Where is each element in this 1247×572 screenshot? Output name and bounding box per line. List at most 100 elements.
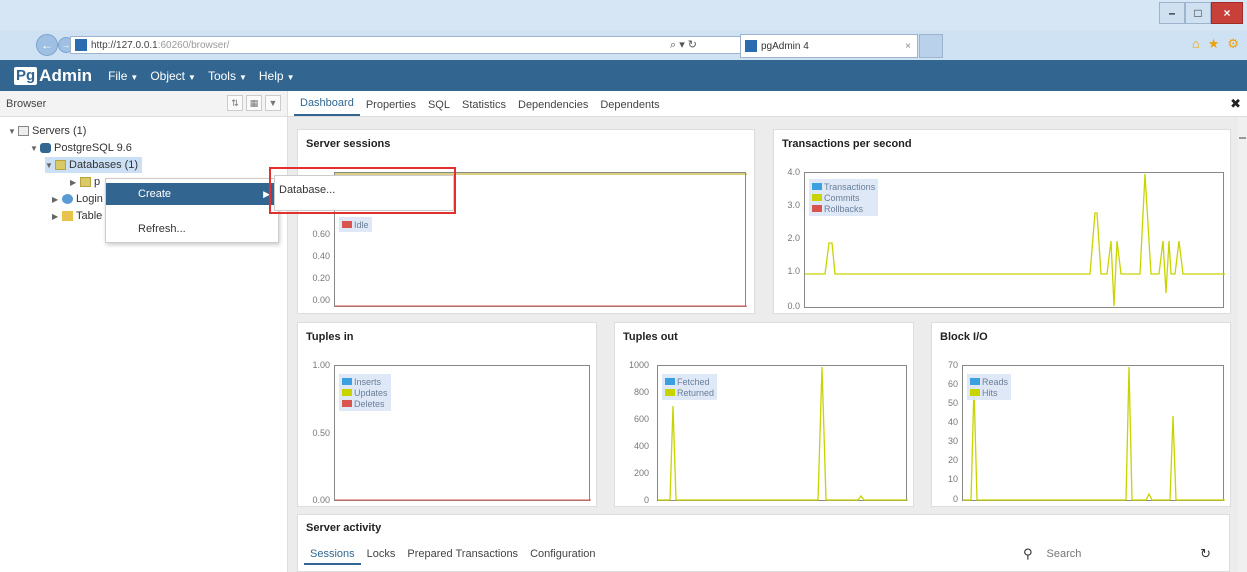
browser-panel-title: Browser [6,97,47,110]
tab-statistics[interactable]: Statistics [456,99,512,116]
legend-swatch [342,400,352,407]
menu-object-label: Object [150,68,186,83]
tab-dashboard[interactable]: Dashboard [294,97,360,116]
tab-favicon-icon [745,40,757,52]
card-title: Tuples in [306,331,354,343]
card-title: Server sessions [306,138,391,150]
new-tab-button[interactable] [919,34,943,58]
tree-node-server[interactable]: ▼ PostgreSQL 9.6 [30,140,132,156]
tab-dependencies[interactable]: Dependencies [512,99,594,116]
tab-sessions[interactable]: Sessions [304,548,361,565]
tab-configuration[interactable]: Configuration [524,548,601,565]
chevron-down-icon: ▼ [130,72,139,82]
server-activity-tabs: Sessions Locks Prepared Transactions Con… [304,548,602,565]
browser-toolbar-icons: ⌂ ★ ⚙ [1192,36,1239,52]
tree-node-servers[interactable]: ▼ Servers (1) [8,123,86,139]
expand-toggle-icon[interactable]: ▼ [30,144,40,153]
chevron-down-icon: ▼ [238,72,247,82]
filter-icon[interactable]: ▼ [265,95,281,111]
context-menu-create-label: Create [138,188,172,200]
favorites-star-icon[interactable]: ★ [1208,36,1220,52]
context-menu-create[interactable]: Create ▶ [106,183,278,205]
browser-tab-title: pgAdmin 4 [761,40,809,52]
chevron-down-icon: ▼ [188,72,196,82]
settings-gear-icon[interactable]: ⚙ [1227,36,1239,52]
activity-search: ⚲ [1023,546,1167,562]
y-tick-label: 2.0 [787,233,800,243]
legend-label: Idle [354,219,369,230]
refresh-icon[interactable]: ↻ [1200,546,1211,562]
browser-panel-header: Browser ⇅ ▦ ▼ [0,91,288,117]
tree-node-databases[interactable]: ▼ Databases (1) [45,157,143,173]
legend-item: Deletes [342,398,388,409]
card-tuples-in: Tuples in Inserts Updates Deletes 1.00 0… [297,322,597,507]
legend-item: Commits [812,192,875,203]
legend-swatch [970,389,980,396]
collapse-toggle-icon[interactable]: ▶ [52,195,62,204]
tree-node-tablespaces[interactable]: ▶ Table [52,208,102,224]
collapse-toggle-icon[interactable]: ▶ [70,178,80,187]
tab-prepared-transactions[interactable]: Prepared Transactions [401,548,524,565]
tab-properties[interactable]: Properties [360,99,422,116]
tab-close-icon[interactable]: × [905,41,911,52]
legend-label: Hits [982,387,998,398]
y-tick-label: 1.0 [787,266,800,276]
properties-icon[interactable]: ⇅ [227,95,243,111]
tree-node-database-item[interactable]: ▶ p [70,174,100,190]
y-tick-label: 0.00 [312,495,330,505]
menu-tools[interactable]: Tools ▼ [208,69,247,83]
card-transactions-per-second: Transactions per second Transactions Com… [773,129,1231,314]
chart-plot-area: Fetched Returned [657,365,908,501]
close-panel-icon[interactable]: ✖ [1230,96,1241,112]
close-window-button[interactable]: × [1211,2,1243,24]
home-icon[interactable]: ⌂ [1192,36,1200,52]
tab-locks[interactable]: Locks [361,548,402,565]
legend-item: Hits [970,387,1008,398]
context-menu-refresh[interactable]: Refresh... [106,219,278,239]
chevron-right-icon: ▶ [263,188,270,199]
y-tick-label: 0.40 [312,251,330,261]
tablespace-icon [62,211,73,221]
chart-legend: Fetched Returned [662,374,718,400]
dashboard-scrollbar[interactable] [1238,117,1247,572]
browser-tab[interactable]: pgAdmin 4 × [740,34,918,58]
maximize-button[interactable]: □ [1185,2,1211,24]
minimize-button[interactable]: – [1159,2,1185,24]
search-refresh-icon[interactable]: ⌕ ▾ ↻ [670,36,697,54]
browser-address-row: ← → http://127.0.0.1:60260/browser/ ⌕ ▾ … [0,30,1247,60]
y-tick-label: 10 [947,474,958,484]
legend-label: Transactions [824,181,876,192]
database-icon [80,177,91,187]
grid-icon[interactable]: ▦ [246,95,262,111]
y-tick-label: 0.00 [312,295,330,305]
y-tick-label: 3.0 [787,200,800,210]
menu-file-label: File [108,68,128,83]
card-title: Transactions per second [782,138,912,150]
back-arrow-icon[interactable]: ← [36,34,58,56]
card-title: Block I/O [940,331,988,343]
legend-swatch [812,183,822,190]
tree-label-databases: Databases (1) [69,159,139,171]
legend-item: Transactions [812,181,875,192]
expand-toggle-icon[interactable]: ▼ [45,161,55,170]
menu-object[interactable]: Object ▼ [150,69,196,83]
tab-dependents[interactable]: Dependents [594,99,665,116]
postgresql-elephant-icon [40,143,51,153]
legend-label: Returned [677,387,715,398]
chart-plot-area: Transactions Commits Rollbacks [804,172,1225,308]
y-tick-label: 200 [633,468,649,478]
menu-file[interactable]: File ▼ [108,69,138,83]
collapse-toggle-icon[interactable]: ▶ [52,212,62,221]
scroll-up-icon[interactable] [1239,137,1246,139]
submenu-database[interactable]: Database... [279,184,335,196]
address-bar[interactable]: http://127.0.0.1:60260/browser/ [70,36,750,54]
pgadmin-navbar: Pg Admin File ▼ Object ▼ Tools ▼ Help ▼ [0,60,1247,91]
tab-sql[interactable]: SQL [422,99,456,116]
menu-help[interactable]: Help ▼ [259,69,295,83]
expand-toggle-icon[interactable]: ▼ [8,127,18,136]
legend-item: Returned [665,387,714,398]
legend-swatch [812,205,822,212]
legend-item: Reads [970,376,1008,387]
search-input[interactable] [1046,548,1167,560]
tree-node-login-roles[interactable]: ▶ Login [52,191,103,207]
